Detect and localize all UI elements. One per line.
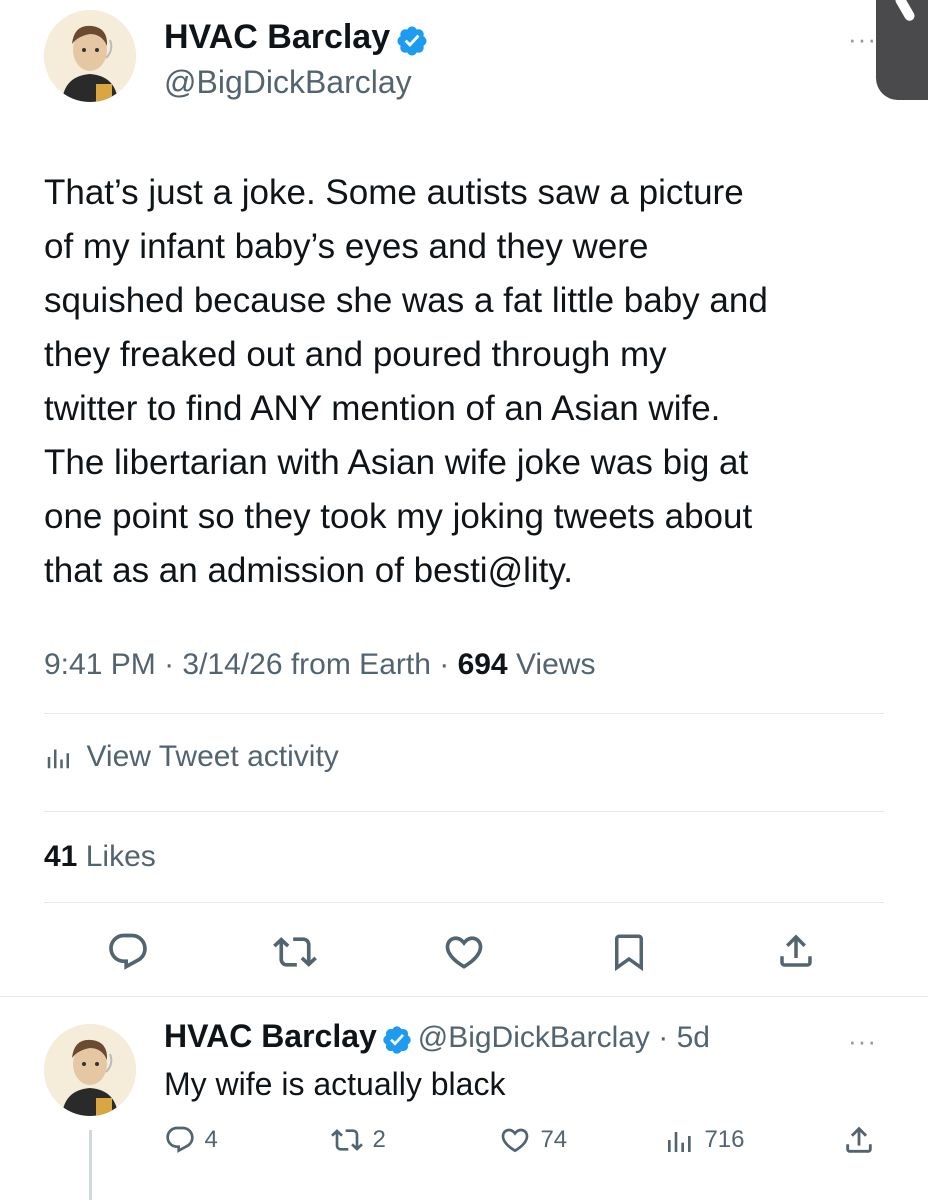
reply-text: My wife is actually black [164, 1066, 506, 1102]
tweet-text-line: that as an admission of besti@lity. [44, 551, 574, 590]
views-label: Views [515, 648, 596, 681]
reply-icon[interactable] [106, 930, 150, 974]
tweet-text-line: The libertarian with Asian wife joke was… [44, 443, 749, 482]
reply-retweets-button[interactable]: 2 [330, 1124, 386, 1156]
verified-badge-icon [381, 1024, 413, 1061]
tweet-text-line: one point so they took my joking tweets … [44, 497, 753, 536]
bookmark-icon[interactable] [608, 930, 650, 974]
reply-count: 4 [204, 1126, 218, 1153]
menu-corner[interactable] [876, 0, 928, 100]
tweet-text-line: That’s just a joke. Some autists saw a p… [44, 173, 744, 212]
more-icon[interactable]: ··· [848, 24, 877, 55]
reply-author-name[interactable]: HVAC Barclay [164, 1018, 377, 1054]
divider [44, 811, 884, 812]
thread-line [89, 1130, 92, 1200]
view-activity-label: View Tweet activity [86, 740, 339, 773]
like-count: 74 [540, 1126, 568, 1153]
view-count: 716 [704, 1126, 745, 1153]
author-name[interactable]: HVAC Barclay [164, 18, 390, 56]
tweet-text-line: of my infant baby’s eyes and they were [44, 227, 649, 266]
heart-icon[interactable] [441, 930, 487, 974]
reply-icon [164, 1124, 196, 1156]
author-handle[interactable]: @BigDickBarclay [164, 64, 412, 101]
reply-views-button[interactable]: 716 [664, 1124, 745, 1156]
divider [0, 996, 928, 997]
analytics-icon [44, 742, 74, 772]
tweet-meta: 9:41 PM · 3/14/26 from Earth · 694 Views [44, 648, 596, 681]
menu-handle [893, 0, 917, 23]
tweet-text: That’s just a joke. Some autists saw a p… [44, 166, 904, 598]
tweet-time[interactable]: 9:41 PM [44, 648, 156, 681]
reply-likes-button[interactable]: 74 [498, 1124, 567, 1156]
tweet-text-line: twitter to find ANY mention of an Asian … [44, 389, 721, 428]
reply-header: HVAC Barclay @BigDickBarclay · 5d [164, 1018, 710, 1061]
analytics-icon [664, 1124, 696, 1156]
tweet-text-line: squished because she was a fat little ba… [44, 281, 768, 320]
divider [44, 902, 884, 903]
divider [44, 713, 884, 714]
avatar[interactable] [44, 10, 136, 102]
likes-label: Likes [85, 840, 156, 873]
tweet-date[interactable]: 3/14/26 [182, 648, 282, 681]
verified-badge-icon [395, 24, 429, 63]
reply-avatar[interactable] [44, 1024, 136, 1116]
views-count: 694 [457, 648, 508, 681]
view-activity-link[interactable]: View Tweet activity [44, 740, 339, 780]
retweet-icon[interactable] [272, 930, 318, 974]
avatar-illustration [44, 10, 136, 102]
tweet-source: from Earth [290, 648, 431, 681]
likes-count: 41 [44, 840, 78, 873]
reply-author-handle[interactable]: @BigDickBarclay [418, 1021, 650, 1054]
retweet-count: 2 [372, 1126, 386, 1153]
share-icon[interactable] [775, 928, 817, 974]
reply-replies-button[interactable]: 4 [164, 1124, 218, 1156]
heart-icon [498, 1124, 532, 1156]
tweet-text-line: they freaked out and poured through my [44, 335, 667, 374]
share-icon[interactable] [842, 1122, 876, 1158]
reply-age[interactable]: 5d [677, 1021, 710, 1054]
retweet-icon [330, 1124, 364, 1156]
avatar-illustration [44, 1024, 136, 1116]
likes-summary[interactable]: 41 Likes [44, 840, 156, 874]
more-icon[interactable]: ··· [848, 1026, 877, 1057]
